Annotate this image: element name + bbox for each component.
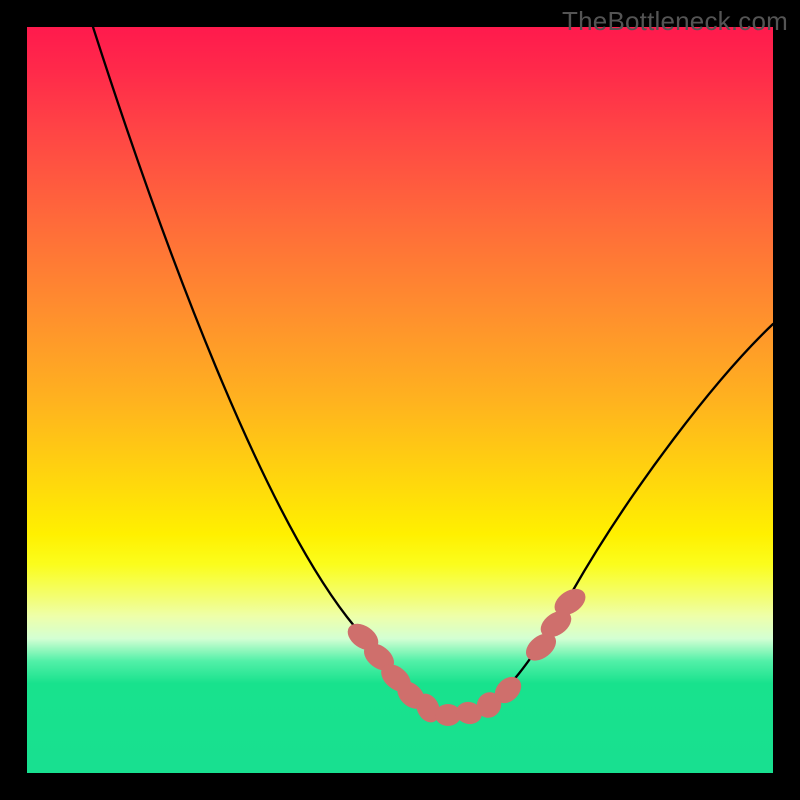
chart-plot-area <box>27 27 773 773</box>
bottleneck-curve-svg <box>27 27 773 773</box>
watermark-text: TheBottleneck.com <box>562 6 788 37</box>
marker-group <box>343 584 590 727</box>
bottleneck-curve <box>93 27 773 715</box>
